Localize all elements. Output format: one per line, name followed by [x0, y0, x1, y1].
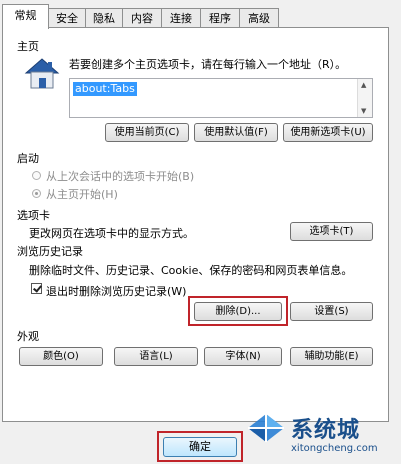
- tab-programs[interactable]: 程序: [200, 8, 240, 27]
- tab-content-label: 内容: [131, 12, 153, 25]
- languages-button[interactable]: 语言(L): [114, 347, 198, 366]
- scroll-down-icon[interactable]: ▼: [361, 107, 366, 115]
- delete-on-exit-checkbox[interactable]: [31, 283, 42, 294]
- history-section-label: 浏览历史记录: [17, 245, 83, 258]
- tab-advanced-label: 高级: [248, 12, 270, 25]
- tab-security[interactable]: 安全: [48, 8, 86, 27]
- windows-logo-icon: [244, 406, 288, 450]
- history-description: 删除临时文件、历史记录、Cookie、保存的密码和网页表单信息。: [29, 264, 353, 277]
- delete-on-exit-label: 退出时删除浏览历史记录(W): [46, 285, 187, 298]
- tab-advanced[interactable]: 高级: [239, 8, 279, 27]
- ok-button[interactable]: 确定: [163, 437, 237, 457]
- watermark-brand: 系统城: [291, 418, 361, 443]
- home-page-address-value: about:Tabs: [73, 82, 137, 96]
- home-page-section-label: 主页: [17, 40, 39, 53]
- radio-home-page[interactable]: [32, 189, 41, 198]
- tab-programs-label: 程序: [209, 12, 231, 25]
- tab-privacy-label: 隐私: [93, 12, 115, 25]
- settings-button[interactable]: 设置(S): [290, 302, 373, 321]
- house-icon: [20, 53, 64, 93]
- home-page-address-input[interactable]: about:Tabs ▲ ▼: [69, 78, 373, 118]
- tab-content[interactable]: 内容: [122, 8, 162, 27]
- radio-home-page-label: 从主页开始(H): [46, 188, 118, 201]
- home-page-instruction: 若要创建多个主页选项卡，请在每行输入一个地址（R）。: [69, 58, 347, 71]
- watermark-url: xitongcheng.com: [291, 443, 378, 454]
- tabs-button[interactable]: 选项卡(T): [290, 222, 373, 241]
- radio-last-session[interactable]: [32, 171, 41, 180]
- fonts-button[interactable]: 字体(N): [204, 347, 282, 366]
- tab-security-label: 安全: [56, 12, 78, 25]
- appearance-section-label: 外观: [17, 330, 39, 343]
- tab-connections[interactable]: 连接: [161, 8, 201, 27]
- tab-privacy[interactable]: 隐私: [85, 8, 123, 27]
- tab-connections-label: 连接: [170, 12, 192, 25]
- delete-button[interactable]: 删除(D)...: [194, 302, 282, 321]
- tabs-section-description: 更改网页在选项卡中的显示方式。: [29, 227, 194, 240]
- tab-general-label: 常规: [14, 9, 37, 22]
- use-current-button[interactable]: 使用当前页(C): [105, 123, 189, 142]
- use-default-button[interactable]: 使用默认值(F): [194, 123, 278, 142]
- accessibility-button[interactable]: 辅助功能(E): [290, 347, 373, 366]
- tab-general[interactable]: 常规: [2, 4, 49, 29]
- use-new-tab-button[interactable]: 使用新选项卡(U): [283, 123, 373, 142]
- tabs-section-label: 选项卡: [17, 209, 50, 222]
- startup-section-label: 启动: [17, 152, 39, 165]
- colors-button[interactable]: 颜色(O): [19, 347, 103, 366]
- address-scrollbar[interactable]: ▲ ▼: [357, 79, 372, 117]
- radio-last-session-label: 从上次会话中的选项卡开始(B): [46, 170, 195, 183]
- scroll-up-icon[interactable]: ▲: [361, 81, 366, 89]
